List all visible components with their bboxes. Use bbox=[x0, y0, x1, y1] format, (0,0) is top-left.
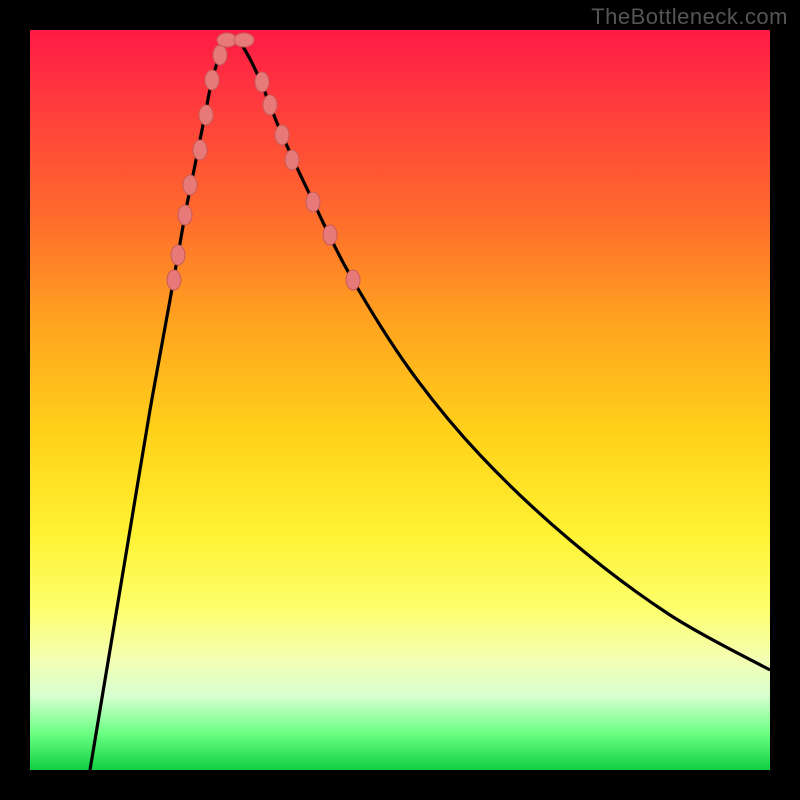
data-point bbox=[255, 72, 269, 92]
data-point bbox=[183, 175, 197, 195]
data-point bbox=[234, 33, 254, 47]
data-point bbox=[285, 150, 299, 170]
curve-layer bbox=[30, 30, 770, 770]
plot-area bbox=[30, 30, 770, 770]
data-point bbox=[275, 125, 289, 145]
data-point bbox=[171, 245, 185, 265]
data-point bbox=[346, 270, 360, 290]
data-point bbox=[306, 192, 320, 212]
data-point bbox=[167, 270, 181, 290]
bottleneck-curve bbox=[90, 37, 770, 770]
data-point bbox=[205, 70, 219, 90]
data-point bbox=[213, 45, 227, 65]
data-point bbox=[263, 95, 277, 115]
data-point bbox=[193, 140, 207, 160]
data-point bbox=[323, 225, 337, 245]
watermark-text: TheBottleneck.com bbox=[591, 4, 788, 30]
chart-frame: TheBottleneck.com bbox=[0, 0, 800, 800]
data-point bbox=[199, 105, 213, 125]
data-point bbox=[178, 205, 192, 225]
